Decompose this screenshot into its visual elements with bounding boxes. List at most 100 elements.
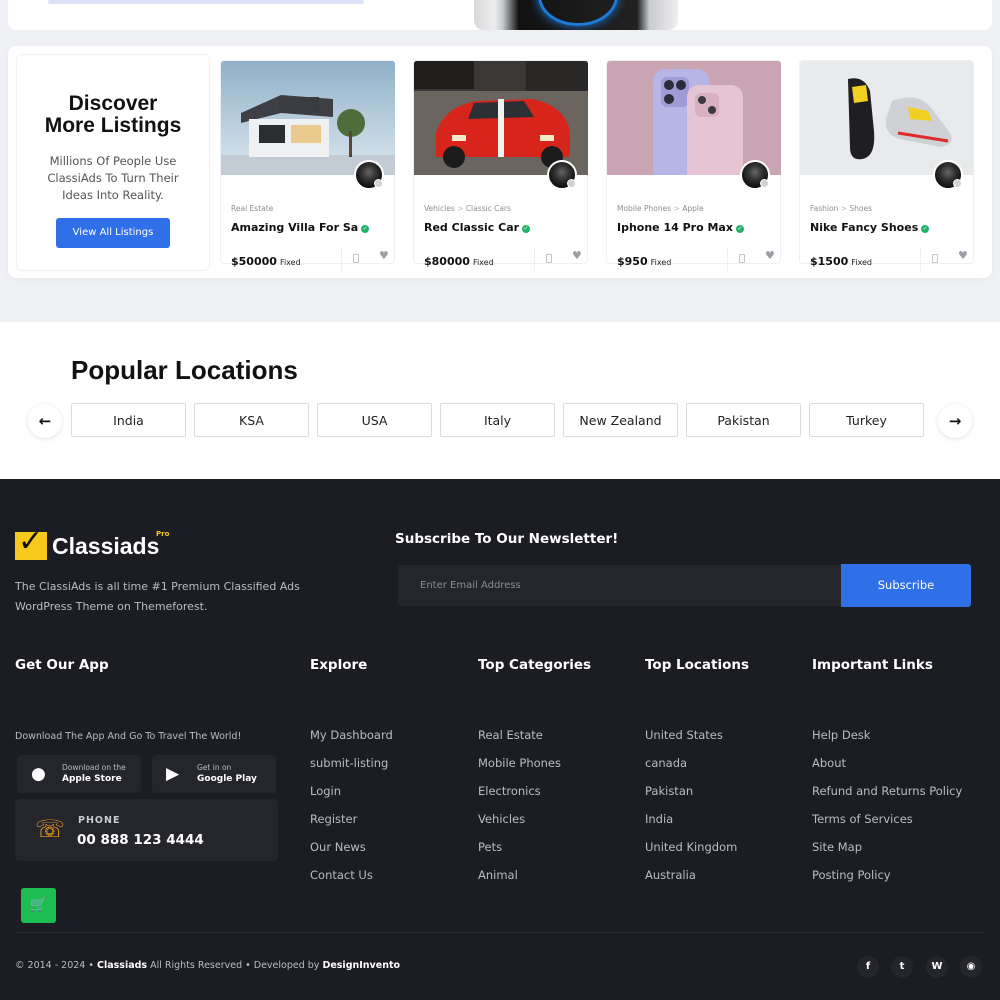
footer-link[interactable]: Mobile Phones bbox=[478, 756, 561, 784]
listing-title[interactable]: Iphone 14 Pro Max ✓ bbox=[617, 221, 744, 234]
footer-link[interactable]: canada bbox=[645, 756, 737, 784]
carousel-next-button[interactable]: → bbox=[938, 404, 972, 438]
discover-title: Discover More Listings bbox=[44, 92, 182, 137]
footer-link[interactable]: submit-listing bbox=[310, 756, 393, 784]
location-chip[interactable]: India bbox=[71, 403, 186, 437]
footer-link[interactable]: India bbox=[645, 812, 737, 840]
listing-card[interactable]: Mobile Phones > Apple Iphone 14 Pro Max ✓… bbox=[606, 60, 781, 271]
footer-link[interactable]: Posting Policy bbox=[812, 868, 962, 896]
footer-link[interactable]: United Kingdom bbox=[645, 840, 737, 868]
compare-icon[interactable] bbox=[932, 254, 938, 263]
view-all-listings-button[interactable]: View All Listings bbox=[56, 218, 170, 248]
footer-link[interactable]: Pets bbox=[478, 840, 561, 868]
footer-link[interactable]: Pakistan bbox=[645, 784, 737, 812]
carousel-prev-button[interactable]: ← bbox=[28, 404, 62, 438]
seller-avatar[interactable] bbox=[354, 160, 384, 190]
footer-link[interactable]: Login bbox=[310, 784, 393, 812]
product-image bbox=[474, 0, 678, 30]
progress-strip bbox=[48, 0, 364, 4]
footer-link[interactable]: Our News bbox=[310, 840, 393, 868]
previous-section bbox=[0, 0, 1000, 30]
google-play-icon: ▶ bbox=[166, 764, 180, 784]
listing-image-villa[interactable] bbox=[221, 61, 395, 175]
listing-card[interactable]: Real Estate Amazing Villa For Sa ✓ $50000… bbox=[220, 60, 395, 271]
footer-link[interactable]: Register bbox=[310, 812, 393, 840]
footer-link[interactable]: Help Desk bbox=[812, 728, 962, 756]
footer-link[interactable]: Real Estate bbox=[478, 728, 561, 756]
explore-heading: Explore bbox=[310, 657, 368, 673]
heart-icon[interactable]: ♥ bbox=[958, 249, 968, 262]
footer-link[interactable]: About bbox=[812, 756, 962, 784]
listing-category[interactable]: Vehicles > Classic Cars bbox=[424, 204, 511, 213]
explore-links: My Dashboard submit-listing Login Regist… bbox=[310, 728, 393, 896]
google-play-button[interactable]: ▶ Get in on Google Play bbox=[152, 755, 276, 793]
location-chip[interactable]: KSA bbox=[194, 403, 309, 437]
cart-button[interactable]: 🛒 bbox=[21, 888, 56, 923]
listing-image-car[interactable] bbox=[414, 61, 588, 175]
verified-check-icon: ✓ bbox=[522, 225, 531, 233]
location-chip[interactable]: Italy bbox=[440, 403, 555, 437]
categories-heading: Top Categories bbox=[478, 657, 592, 673]
facebook-icon[interactable]: f bbox=[857, 956, 879, 978]
listing-card[interactable]: Vehicles > Classic Cars Red Classic Car ✓… bbox=[413, 60, 588, 271]
listing-card[interactable]: Fashion > Shoes Nike Fancy Shoes ✓ $1500 F… bbox=[799, 60, 974, 271]
developer-link[interactable]: DesignInvento bbox=[322, 960, 400, 971]
discover-description: Millions Of People Use ClassiAds To Turn… bbox=[47, 154, 179, 202]
footer-link[interactable]: Refund and Returns Policy bbox=[812, 784, 962, 812]
location-links: United States canada Pakistan India Unit… bbox=[645, 728, 737, 896]
compare-icon[interactable] bbox=[353, 254, 359, 263]
category-links: Real Estate Mobile Phones Electronics Ve… bbox=[478, 728, 561, 896]
footer-link[interactable]: Terms of Services bbox=[812, 812, 962, 840]
heart-icon[interactable]: ♥ bbox=[572, 249, 582, 262]
phone-box[interactable]: ☏ PHONE 00 888 123 4444 bbox=[15, 799, 278, 861]
footer-link[interactable]: Electronics bbox=[478, 784, 561, 812]
listing-category[interactable]: Real Estate bbox=[231, 204, 273, 213]
seller-avatar[interactable] bbox=[933, 160, 963, 190]
listings-section: Discover More Listings Millions Of Peopl… bbox=[8, 46, 992, 278]
location-chip[interactable]: USA bbox=[317, 403, 432, 437]
footer-link[interactable]: United States bbox=[645, 728, 737, 756]
heart-icon[interactable]: ♥ bbox=[765, 249, 775, 262]
footer-link[interactable]: Australia bbox=[645, 868, 737, 896]
listing-title[interactable]: Amazing Villa For Sa ✓ bbox=[231, 221, 370, 234]
listing-category[interactable]: Mobile Phones > Apple bbox=[617, 204, 704, 213]
wordpress-icon[interactable]: W bbox=[926, 956, 948, 978]
newsletter-title: Subscribe To Our Newsletter! bbox=[395, 531, 619, 547]
location-chip[interactable]: New Zealand bbox=[563, 403, 678, 437]
newsletter-email-input[interactable] bbox=[398, 565, 842, 606]
github-icon[interactable]: ◉ bbox=[960, 956, 982, 978]
listing-image-phone[interactable] bbox=[607, 61, 781, 175]
heart-icon[interactable]: ♥ bbox=[379, 249, 389, 262]
cart-icon: 🛒 bbox=[29, 897, 48, 913]
apple-store-button[interactable]: ● Download on the Apple Store bbox=[17, 755, 141, 793]
footer-link[interactable]: Animal bbox=[478, 868, 561, 896]
listing-title[interactable]: Nike Fancy Shoes ✓ bbox=[810, 221, 930, 234]
popular-locations-section: Popular Locations ← India KSA USA Italy … bbox=[0, 322, 1000, 479]
seller-avatar[interactable] bbox=[740, 160, 770, 190]
listing-category[interactable]: Fashion > Shoes bbox=[810, 204, 872, 213]
section-title: Popular Locations bbox=[71, 355, 298, 385]
subscribe-button[interactable]: Subscribe bbox=[841, 564, 971, 607]
footer-link[interactable]: Vehicles bbox=[478, 812, 561, 840]
brand-link[interactable]: Classiads bbox=[97, 960, 147, 971]
compare-icon[interactable] bbox=[546, 254, 552, 263]
location-chip[interactable]: Turkey bbox=[809, 403, 924, 437]
important-links-heading: Important Links bbox=[812, 657, 933, 673]
app-description: Download The App And Go To Travel The Wo… bbox=[15, 731, 242, 742]
listing-title[interactable]: Red Classic Car ✓ bbox=[424, 221, 531, 234]
listing-price: $950 Fixed bbox=[617, 255, 672, 268]
twitter-icon[interactable]: t bbox=[891, 956, 913, 978]
footer-link[interactable]: My Dashboard bbox=[310, 728, 393, 756]
verified-check-icon: ✓ bbox=[921, 225, 930, 233]
compare-icon[interactable] bbox=[739, 254, 745, 263]
check-icon: ✓ bbox=[18, 524, 44, 559]
listing-image-shoes[interactable] bbox=[800, 61, 974, 175]
locations-heading: Top Locations bbox=[645, 657, 750, 673]
location-chip[interactable]: Pakistan bbox=[686, 403, 801, 437]
footer-link[interactable]: Contact Us bbox=[310, 868, 393, 896]
footer-link[interactable]: Site Map bbox=[812, 840, 962, 868]
important-links: Help Desk About Refund and Returns Polic… bbox=[812, 728, 962, 896]
footer-divider bbox=[15, 932, 985, 933]
arrow-right-icon: → bbox=[948, 412, 962, 430]
seller-avatar[interactable] bbox=[547, 160, 577, 190]
